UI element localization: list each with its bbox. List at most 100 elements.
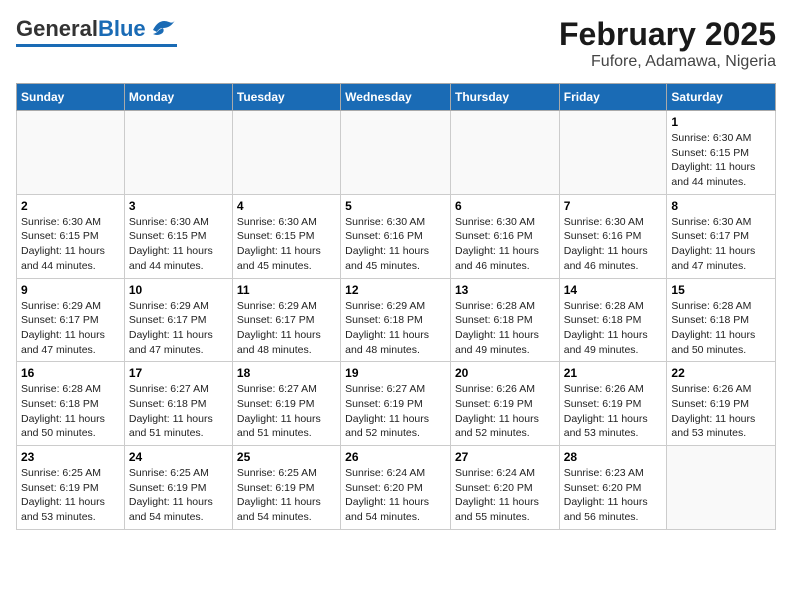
day-info: Sunrise: 6:29 AM Sunset: 6:17 PM Dayligh… xyxy=(21,299,120,358)
calendar-cell: 2 Sunrise: 6:30 AM Sunset: 6:15 PM Daylig… xyxy=(17,194,125,278)
calendar-cell: 12 Sunrise: 6:29 AM Sunset: 6:18 PM Dayli… xyxy=(341,278,451,362)
day-number: 18 xyxy=(237,366,336,380)
day-number: 12 xyxy=(345,283,446,297)
calendar-cell xyxy=(232,111,340,195)
day-info: Sunrise: 6:28 AM Sunset: 6:18 PM Dayligh… xyxy=(564,299,663,358)
calendar-cell: 11 Sunrise: 6:29 AM Sunset: 6:17 PM Dayli… xyxy=(232,278,340,362)
calendar-cell xyxy=(667,446,776,530)
calendar-cell: 4 Sunrise: 6:30 AM Sunset: 6:15 PM Daylig… xyxy=(232,194,340,278)
logo-underline xyxy=(16,44,177,47)
day-number: 9 xyxy=(21,283,120,297)
calendar-body: 1 Sunrise: 6:30 AM Sunset: 6:15 PM Daylig… xyxy=(17,111,776,530)
day-number: 15 xyxy=(671,283,771,297)
day-info: Sunrise: 6:23 AM Sunset: 6:20 PM Dayligh… xyxy=(564,466,663,525)
day-info: Sunrise: 6:27 AM Sunset: 6:19 PM Dayligh… xyxy=(345,382,446,441)
logo-text: GeneralBlue xyxy=(16,16,146,42)
day-number: 20 xyxy=(455,366,555,380)
day-info: Sunrise: 6:26 AM Sunset: 6:19 PM Dayligh… xyxy=(455,382,555,441)
day-number: 2 xyxy=(21,199,120,213)
day-number: 19 xyxy=(345,366,446,380)
week-row-2: 2 Sunrise: 6:30 AM Sunset: 6:15 PM Daylig… xyxy=(17,194,776,278)
day-info: Sunrise: 6:30 AM Sunset: 6:15 PM Dayligh… xyxy=(671,131,771,190)
weekday-header-monday: Monday xyxy=(124,84,232,111)
day-number: 7 xyxy=(564,199,663,213)
weekday-header-wednesday: Wednesday xyxy=(341,84,451,111)
calendar-cell: 23Sunrise: 6:25 AM Sunset: 6:19 PM Dayli… xyxy=(17,446,125,530)
day-info: Sunrise: 6:27 AM Sunset: 6:19 PM Dayligh… xyxy=(237,382,336,441)
calendar-cell xyxy=(559,111,667,195)
day-info: Sunrise: 6:28 AM Sunset: 6:18 PM Dayligh… xyxy=(21,382,120,441)
day-info: Sunrise: 6:30 AM Sunset: 6:16 PM Dayligh… xyxy=(345,215,446,274)
day-info: Sunrise: 6:28 AM Sunset: 6:18 PM Dayligh… xyxy=(671,299,771,358)
week-row-4: 16 Sunrise: 6:28 AM Sunset: 6:18 PM Dayli… xyxy=(17,362,776,446)
calendar-cell: 5 Sunrise: 6:30 AM Sunset: 6:16 PM Daylig… xyxy=(341,194,451,278)
calendar-cell: 24 Sunrise: 6:25 AM Sunset: 6:19 PM Dayli… xyxy=(124,446,232,530)
title-block: February 2025 Fufore, Adamawa, Nigeria xyxy=(559,16,776,71)
day-number: 27 xyxy=(455,450,555,464)
day-info: Sunrise: 6:30 AM Sunset: 6:16 PM Dayligh… xyxy=(564,215,663,274)
day-info: Sunrise: 6:25 AM Sunset: 6:19 PM Dayligh… xyxy=(129,466,228,525)
weekday-header-tuesday: Tuesday xyxy=(232,84,340,111)
day-info: Sunrise: 6:25 AM Sunset: 6:19 PM Dayligh… xyxy=(237,466,336,525)
week-row-5: 23 Sunrise: 6:25 AM Sunset: 6:19 PM Dayli… xyxy=(17,446,776,530)
day-info: Sunrise: 6:30 AM Sunset: 6:15 PM Dayligh… xyxy=(237,215,336,274)
day-number: 24 xyxy=(129,450,228,464)
calendar-cell: 17 Sunrise: 6:27 AM Sunset: 6:18 PM Dayli… xyxy=(124,362,232,446)
calendar-cell: 7 Sunrise: 6:30 AM Sunset: 6:16 PM Daylig… xyxy=(559,194,667,278)
day-number: 5 xyxy=(345,199,446,213)
day-info: Sunrise: 6:30 AM Sunset: 6:15 PM Dayligh… xyxy=(129,215,228,274)
calendar-cell: 28 Sunrise: 6:23 AM Sunset: 6:20 PM Dayli… xyxy=(559,446,667,530)
logo-blue: Blue xyxy=(98,16,146,41)
calendar-cell: 9 Sunrise: 6:29 AM Sunset: 6:17 PM Daylig… xyxy=(17,278,125,362)
day-info: Sunrise: 6:26 AM Sunset: 6:19 PM Dayligh… xyxy=(671,382,771,441)
day-number: 17 xyxy=(129,366,228,380)
calendar-cell: 25 Sunrise: 6:25 AM Sunset: 6:19 PM Dayli… xyxy=(232,446,340,530)
day-number: 26 xyxy=(345,450,446,464)
day-number: 22 xyxy=(671,366,771,380)
day-number: 10 xyxy=(129,283,228,297)
calendar-table: SundayMondayTuesdayWednesdayThursdayFrid… xyxy=(16,83,776,530)
day-info: Sunrise: 6:29 AM Sunset: 6:17 PM Dayligh… xyxy=(237,299,336,358)
calendar-cell: 21 Sunrise: 6:26 AM Sunset: 6:19 PM Dayli… xyxy=(559,362,667,446)
day-number: 16 xyxy=(21,366,120,380)
day-number: 8 xyxy=(671,199,771,213)
calendar-cell: 22 Sunrise: 6:26 AM Sunset: 6:19 PM Dayli… xyxy=(667,362,776,446)
calendar-cell: 15 Sunrise: 6:28 AM Sunset: 6:18 PM Dayli… xyxy=(667,278,776,362)
day-number: 1 xyxy=(671,115,771,129)
location-title: Fufore, Adamawa, Nigeria xyxy=(559,53,776,71)
day-number: 21 xyxy=(564,366,663,380)
month-title: February 2025 xyxy=(559,16,776,53)
page-header: GeneralBlue February 2025 Fufore, Adamaw… xyxy=(16,16,776,71)
day-info: Sunrise: 6:28 AM Sunset: 6:18 PM Dayligh… xyxy=(455,299,555,358)
calendar-cell: 20 Sunrise: 6:26 AM Sunset: 6:19 PM Dayli… xyxy=(450,362,559,446)
day-info: Sunrise: 6:30 AM Sunset: 6:16 PM Dayligh… xyxy=(455,215,555,274)
day-info: Sunrise: 6:26 AM Sunset: 6:19 PM Dayligh… xyxy=(564,382,663,441)
calendar-cell: 14 Sunrise: 6:28 AM Sunset: 6:18 PM Dayli… xyxy=(559,278,667,362)
calendar-cell: 13 Sunrise: 6:28 AM Sunset: 6:18 PM Dayli… xyxy=(450,278,559,362)
calendar-cell: 10Sunrise: 6:29 AM Sunset: 6:17 PM Dayli… xyxy=(124,278,232,362)
calendar-cell: 26Sunrise: 6:24 AM Sunset: 6:20 PM Dayli… xyxy=(341,446,451,530)
calendar-cell: 1 Sunrise: 6:30 AM Sunset: 6:15 PM Daylig… xyxy=(667,111,776,195)
calendar-cell: 6 Sunrise: 6:30 AM Sunset: 6:16 PM Daylig… xyxy=(450,194,559,278)
day-number: 28 xyxy=(564,450,663,464)
calendar-cell xyxy=(124,111,232,195)
weekday-header-thursday: Thursday xyxy=(450,84,559,111)
day-info: Sunrise: 6:27 AM Sunset: 6:18 PM Dayligh… xyxy=(129,382,228,441)
day-number: 25 xyxy=(237,450,336,464)
day-number: 14 xyxy=(564,283,663,297)
calendar-cell: 18 Sunrise: 6:27 AM Sunset: 6:19 PM Dayli… xyxy=(232,362,340,446)
weekday-header-friday: Friday xyxy=(559,84,667,111)
day-number: 11 xyxy=(237,283,336,297)
day-number: 6 xyxy=(455,199,555,213)
day-number: 4 xyxy=(237,199,336,213)
week-row-3: 9 Sunrise: 6:29 AM Sunset: 6:17 PM Daylig… xyxy=(17,278,776,362)
day-info: Sunrise: 6:24 AM Sunset: 6:20 PM Dayligh… xyxy=(455,466,555,525)
day-number: 3 xyxy=(129,199,228,213)
logo-general: General xyxy=(16,16,98,41)
week-row-1: 1 Sunrise: 6:30 AM Sunset: 6:15 PM Daylig… xyxy=(17,111,776,195)
weekday-header-sunday: Sunday xyxy=(17,84,125,111)
day-number: 13 xyxy=(455,283,555,297)
day-number: 23 xyxy=(21,450,120,464)
day-info: Sunrise: 6:29 AM Sunset: 6:18 PM Dayligh… xyxy=(345,299,446,358)
day-info: Sunrise: 6:30 AM Sunset: 6:15 PM Dayligh… xyxy=(21,215,120,274)
